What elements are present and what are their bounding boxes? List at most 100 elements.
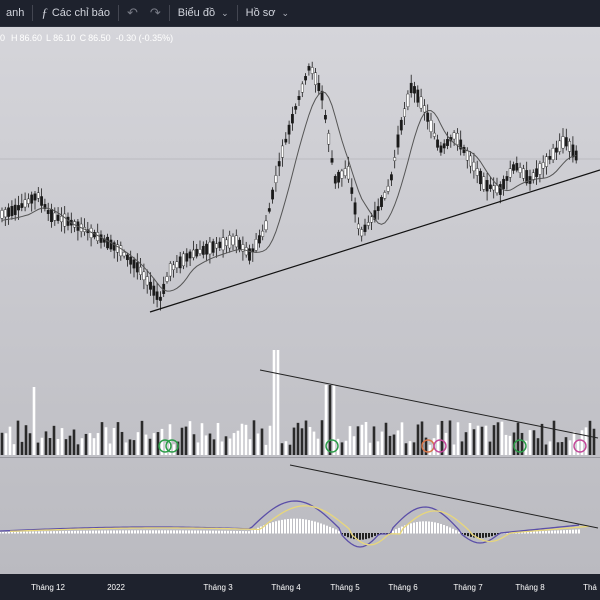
histogram-bar	[308, 520, 310, 534]
histogram-bar	[284, 519, 286, 534]
volume-bar	[80, 438, 84, 455]
volume-bar	[264, 444, 268, 455]
candle-body	[182, 253, 185, 267]
histogram-bar	[302, 519, 304, 534]
volume-bar	[456, 422, 460, 455]
candle-body	[561, 136, 565, 149]
candle-body	[396, 134, 400, 148]
volume-bar	[44, 431, 48, 455]
candle-body	[63, 213, 67, 227]
volume-bar	[68, 435, 72, 455]
histogram-bar	[566, 529, 568, 534]
candle-body	[7, 207, 11, 217]
candle-body	[432, 132, 436, 137]
histogram-bar	[35, 531, 37, 534]
volume-bar	[484, 425, 488, 455]
histogram-bar	[218, 530, 220, 534]
histogram-bar	[491, 533, 493, 537]
histogram-bar	[467, 533, 469, 537]
volume-bar	[220, 441, 224, 455]
histogram-bar	[245, 531, 247, 534]
volume-bar	[388, 435, 392, 455]
histogram-bar	[347, 533, 349, 538]
histogram-bar	[182, 530, 184, 534]
histogram-bar	[281, 519, 283, 534]
candle-body	[201, 245, 205, 255]
price-chart-svg[interactable]: Tháng 12 2022 Tháng 3 Tháng 4 Tháng 5 Tháng 6…	[0, 0, 600, 600]
volume-bar	[584, 427, 588, 455]
histogram-bar	[431, 521, 433, 534]
candle-body	[254, 239, 258, 251]
histogram-bar	[167, 530, 169, 534]
candle-body	[244, 247, 248, 256]
candle-body	[360, 229, 364, 237]
candle-body	[277, 161, 281, 167]
candle-body	[469, 155, 472, 167]
volume-bar	[400, 422, 404, 455]
histogram-bar	[164, 530, 166, 534]
candle-body	[409, 82, 413, 94]
candle-body	[330, 158, 334, 163]
volume-bar	[364, 422, 368, 455]
histogram-bar	[452, 528, 454, 534]
signal-marker	[325, 439, 339, 453]
histogram-bar	[209, 530, 211, 534]
histogram-bar	[443, 524, 445, 534]
histogram-bar	[416, 521, 418, 534]
histogram-bar	[329, 526, 331, 534]
volume-bar	[24, 425, 28, 455]
volume-bar	[172, 444, 176, 455]
candle-body	[406, 93, 410, 107]
histogram-bar	[269, 523, 271, 534]
histogram-bar	[23, 531, 25, 534]
histogram-bar	[422, 521, 424, 534]
histogram-bar	[488, 533, 490, 537]
candle-body	[155, 291, 159, 300]
candle-body	[109, 239, 113, 250]
candle-body	[152, 285, 156, 296]
candle-body	[267, 208, 271, 212]
volume-bar	[272, 350, 276, 455]
histogram-bar	[293, 518, 295, 534]
time-axis-label: Tháng 5	[330, 583, 360, 592]
time-axis-label: Tháng 7	[453, 583, 483, 592]
histogram-bar	[74, 530, 76, 534]
volume-bar	[52, 425, 56, 455]
volume-bar	[212, 439, 216, 455]
candle-body	[416, 89, 420, 103]
volume-bar	[184, 426, 188, 455]
candle-body	[564, 137, 568, 147]
histogram-bar	[59, 531, 61, 534]
histogram-bar	[8, 531, 10, 534]
histogram-bar	[251, 530, 253, 534]
volume-bar	[204, 435, 208, 455]
candle-body	[56, 214, 60, 221]
histogram-bar	[305, 519, 307, 534]
volume-bar	[232, 433, 236, 455]
candle-body	[218, 241, 222, 248]
candle-body	[571, 144, 575, 158]
candle-body	[327, 133, 331, 145]
histogram-bar	[134, 530, 136, 534]
candle-body	[185, 253, 189, 262]
support-trendline[interactable]	[149, 169, 600, 313]
candle-body	[337, 171, 340, 183]
histogram-bar	[413, 522, 415, 534]
volume-bar	[120, 431, 124, 455]
histogram-bar	[221, 530, 223, 534]
candle-body	[380, 197, 383, 207]
volume-bar	[460, 441, 464, 455]
candle-body	[274, 175, 278, 183]
histogram-bar	[239, 530, 241, 534]
candle-body	[238, 239, 241, 250]
candle-body	[208, 241, 212, 255]
volume-bar	[48, 438, 52, 455]
candle-body	[142, 271, 146, 281]
candle-body	[3, 209, 7, 218]
candle-body	[10, 206, 14, 217]
candle-body	[363, 224, 367, 232]
candle-body	[149, 281, 152, 290]
candle-body	[452, 132, 456, 140]
volume-bar	[312, 431, 316, 455]
histogram-bar	[575, 529, 577, 534]
